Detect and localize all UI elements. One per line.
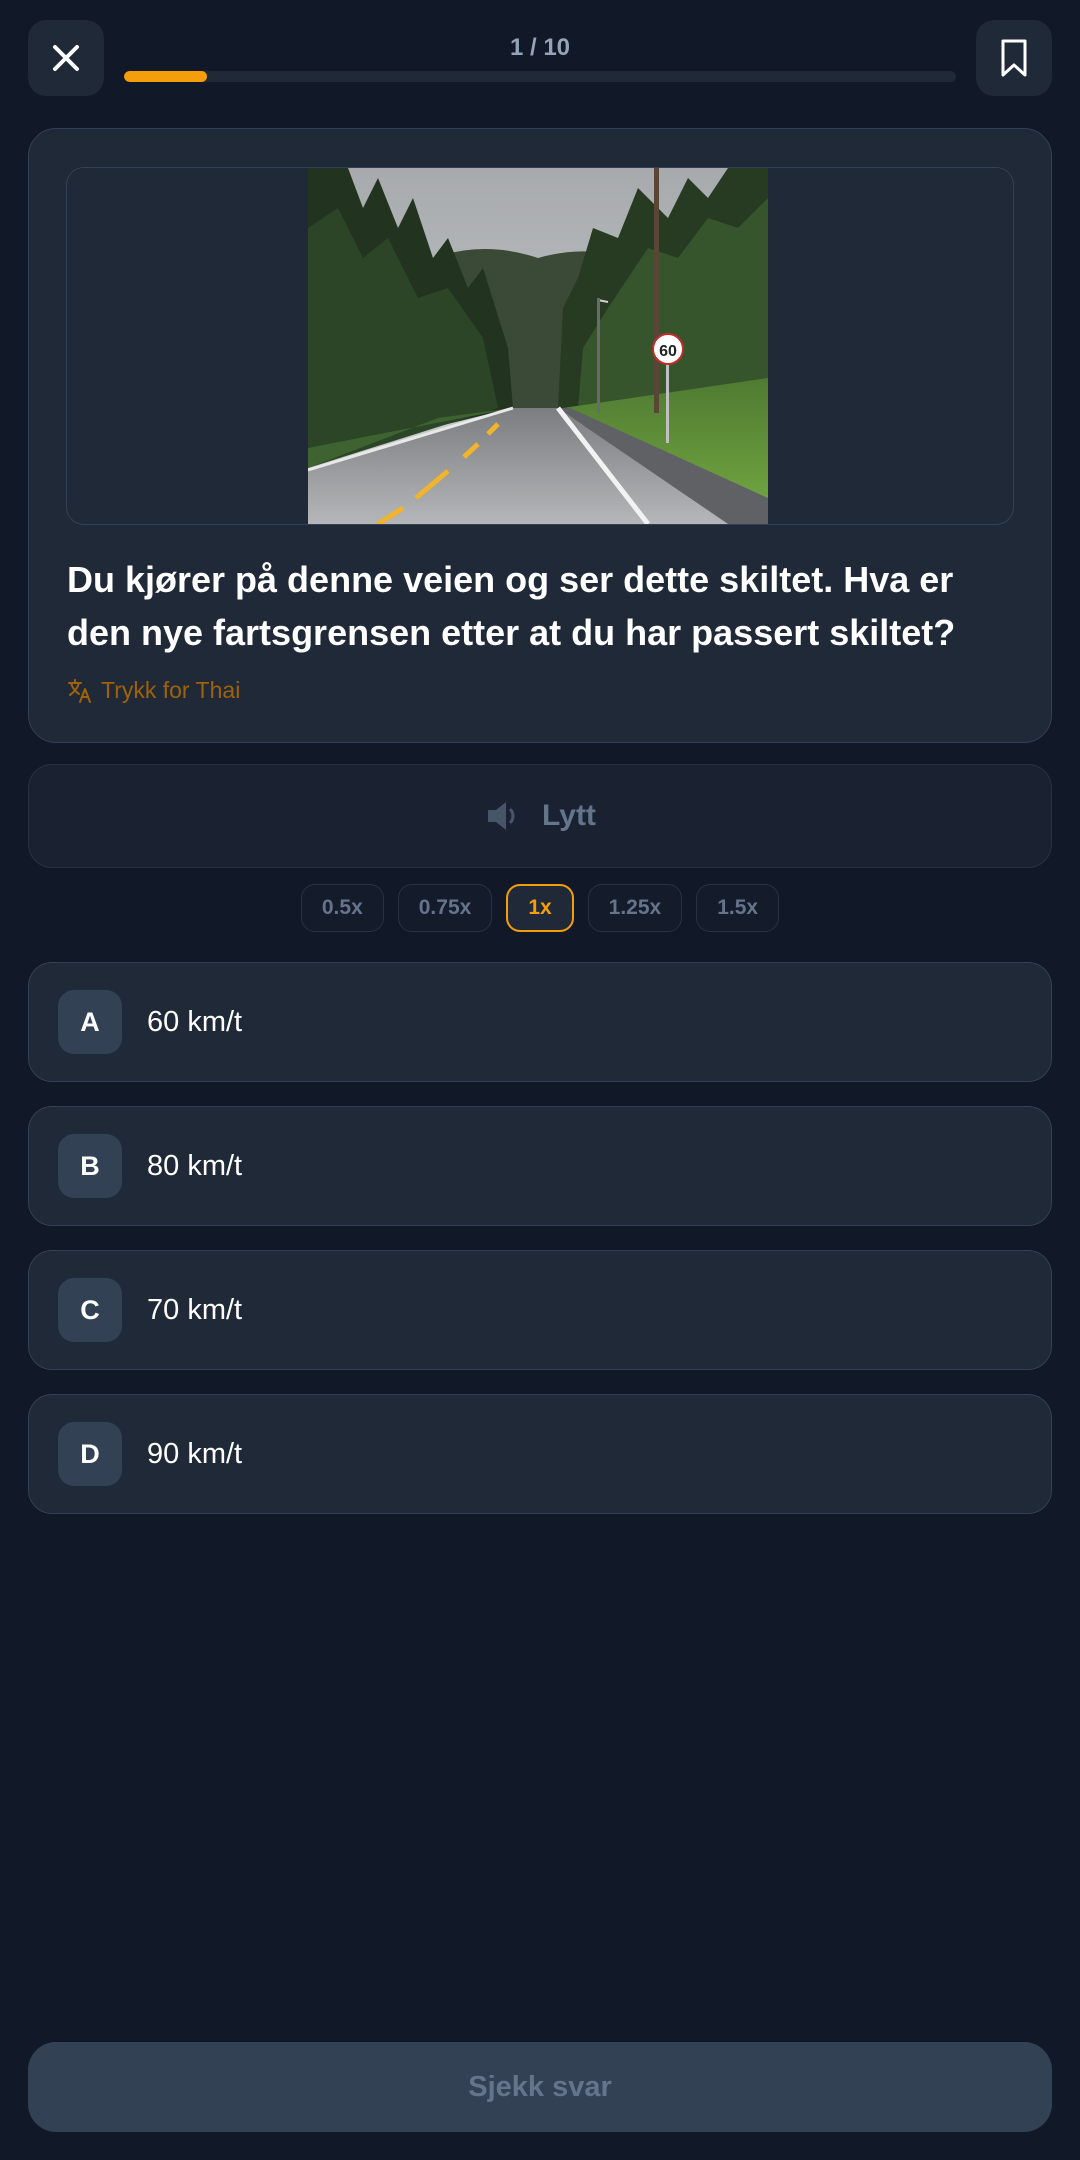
speed-option[interactable]: 1.25x xyxy=(587,884,683,932)
option-letter-badge: D xyxy=(58,1422,122,1486)
speaker-icon xyxy=(488,802,515,830)
option-text: 70 km/t xyxy=(147,1293,243,1326)
option-letter-badge: C xyxy=(58,1278,122,1342)
answer-option-c[interactable]: C 70 km/t xyxy=(28,1250,1052,1370)
speed-option[interactable]: 1x xyxy=(506,884,574,932)
progress-bar xyxy=(124,71,956,82)
bookmark-button[interactable] xyxy=(976,20,1052,96)
translate-label: Trykk for Thai xyxy=(101,677,241,703)
road-with-speed-sign-photo: 60 xyxy=(308,168,768,524)
translate-button[interactable]: Trykk for Thai xyxy=(67,677,240,704)
option-letter-badge: B xyxy=(58,1134,122,1198)
answer-option-a[interactable]: A 60 km/t xyxy=(28,962,1052,1082)
close-button[interactable] xyxy=(28,20,104,96)
option-text: 90 km/t xyxy=(147,1437,243,1470)
option-letter-badge: A xyxy=(58,990,122,1054)
translate-icon xyxy=(68,678,91,703)
progress-bar-fill xyxy=(124,71,208,82)
speed-sign-value: 60 xyxy=(659,343,677,360)
bookmark-icon xyxy=(1001,39,1027,77)
question-text: Du kjører på denne veien og ser dette sk… xyxy=(67,559,956,653)
speed-option[interactable]: 0.5x xyxy=(300,884,384,932)
speed-option[interactable]: 1.5x xyxy=(696,884,780,932)
option-text: 80 km/t xyxy=(147,1149,243,1182)
listen-label: Lytt xyxy=(542,799,596,832)
listen-button[interactable]: Lytt xyxy=(28,764,1052,868)
option-text: 60 km/t xyxy=(147,1005,243,1038)
quiz-screen: 1 / 10 60 Du kjører på denne veien og se… xyxy=(0,0,1080,2160)
answer-option-d[interactable]: D 90 km/t xyxy=(28,1394,1052,1514)
speed-option[interactable]: 0.75x xyxy=(397,884,493,932)
question-image-frame: 60 xyxy=(66,167,1014,525)
answer-option-b[interactable]: B 80 km/t xyxy=(28,1106,1052,1226)
question-card: 60 Du kjører på denne veien og ser dette… xyxy=(28,128,1052,743)
progress-counter: 1 / 10 xyxy=(509,34,571,61)
playback-speed-selector: 0.5x 0.75x 1x 1.25x 1.5x xyxy=(0,884,1080,932)
check-answer-button[interactable]: Sjekk svar xyxy=(28,2042,1052,2132)
close-icon xyxy=(53,45,79,71)
